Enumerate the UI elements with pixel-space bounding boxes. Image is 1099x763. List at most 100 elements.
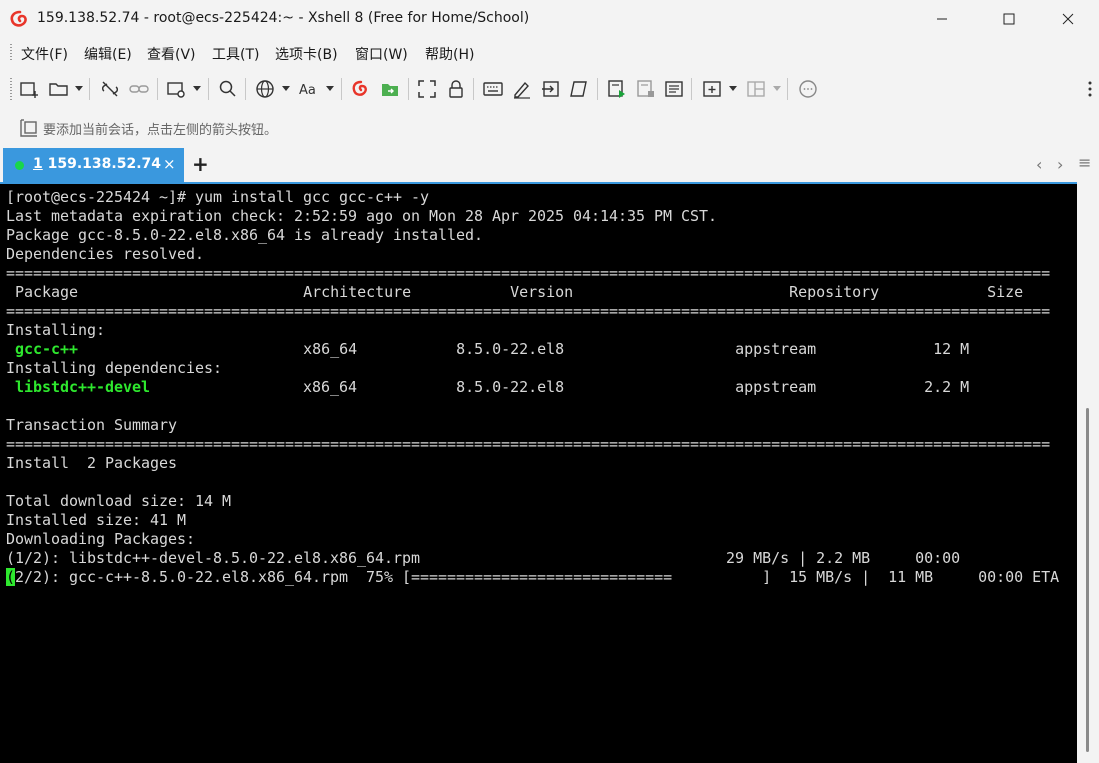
layout-icon[interactable] bbox=[745, 78, 767, 100]
terminal-output: [root@ecs-225424 ~]# yum install gcc gcc… bbox=[6, 188, 1059, 587]
svg-text:Aa: Aa bbox=[299, 83, 316, 98]
col-header-repo: Repository bbox=[789, 283, 880, 301]
chevron-down-icon[interactable] bbox=[282, 86, 290, 91]
terminal-line: Downloading Packages: bbox=[6, 530, 196, 548]
run-log-icon[interactable] bbox=[606, 78, 628, 100]
connected-status-icon bbox=[15, 161, 24, 170]
title-bar: 159.138.52.74 - root@ecs-225424:~ - Xshe… bbox=[0, 0, 1099, 38]
link-icon[interactable] bbox=[128, 78, 150, 100]
menu-file[interactable]: 文件(F) bbox=[21, 44, 68, 64]
terminal-pane[interactable]: [root@ecs-225424 ~]# yum install gcc gcc… bbox=[0, 182, 1077, 763]
compose-icon[interactable] bbox=[511, 78, 533, 100]
new-session-icon[interactable] bbox=[18, 78, 40, 100]
terminal-scrollbar[interactable] bbox=[1077, 182, 1099, 761]
chat-icon[interactable] bbox=[797, 78, 819, 100]
package-repo: appstream bbox=[735, 340, 817, 358]
stop-log-icon[interactable] bbox=[635, 78, 657, 100]
window-title: 159.138.52.74 - root@ecs-225424:~ - Xshe… bbox=[37, 10, 530, 26]
section-label: Installing dependencies: bbox=[6, 359, 223, 377]
scrollbar-thumb[interactable] bbox=[1086, 408, 1089, 752]
tab-close-icon[interactable]: × bbox=[163, 155, 176, 173]
open-folder-icon[interactable] bbox=[48, 78, 70, 100]
tab-host: 159.138.52.74 bbox=[47, 156, 161, 172]
chevron-down-icon[interactable] bbox=[326, 86, 334, 91]
menu-bar: 文件(F) 编辑(E) 查看(V) 工具(T) 选项卡(B) 窗口(W) 帮助(… bbox=[0, 38, 1099, 68]
address-hint: 要添加当前会话，点击左侧的箭头按钮。 bbox=[43, 123, 278, 138]
chevron-down-icon[interactable] bbox=[193, 86, 201, 91]
lock-icon[interactable] bbox=[445, 78, 467, 100]
toolbar-divider bbox=[691, 78, 692, 100]
add-tab-button[interactable]: + bbox=[192, 152, 209, 176]
more-options-icon[interactable] bbox=[1079, 78, 1099, 100]
toolbar-divider bbox=[157, 78, 158, 100]
toolbar: Aa bbox=[0, 70, 1099, 108]
fullscreen-icon[interactable] bbox=[416, 78, 438, 100]
package-version: 8.5.0-22.el8 bbox=[456, 340, 565, 358]
transfer-icon[interactable] bbox=[540, 78, 562, 100]
close-window-button[interactable] bbox=[1045, 0, 1091, 38]
separator-line: ========================================… bbox=[6, 435, 1051, 453]
tab-label: 1 159.138.52.74 bbox=[33, 156, 161, 172]
terminal-line: Installed size: 41 M bbox=[6, 511, 187, 529]
package-arch: x86_64 bbox=[303, 340, 358, 358]
col-header-arch: Architecture bbox=[303, 283, 412, 301]
separator-line: ========================================… bbox=[6, 302, 1051, 320]
tab-scroll-right-icon[interactable]: › bbox=[1057, 155, 1063, 174]
xshell-icon[interactable] bbox=[350, 78, 372, 100]
notes-icon[interactable] bbox=[663, 78, 685, 100]
keyboard-icon[interactable] bbox=[482, 78, 504, 100]
package-name: libstdc++-devel bbox=[15, 378, 151, 396]
separator-line: ========================================… bbox=[6, 264, 1051, 282]
tab-scroll-left-icon[interactable]: ‹ bbox=[1036, 155, 1042, 174]
tab-bar: 1 159.138.52.74 × + ‹ › ≡ bbox=[0, 147, 1099, 182]
terminal-line: Total download size: 14 M bbox=[6, 492, 232, 510]
tab-number: 1 bbox=[33, 156, 43, 172]
search-icon[interactable] bbox=[217, 78, 239, 100]
download-line: (1/2): libstdc++-devel-8.5.0-22.el8.x86_… bbox=[6, 549, 961, 567]
toolbar-divider bbox=[208, 78, 209, 100]
font-icon[interactable]: Aa bbox=[298, 78, 320, 100]
script-icon[interactable] bbox=[568, 78, 590, 100]
tab-list-icon[interactable]: ≡ bbox=[1078, 153, 1091, 172]
chevron-down-icon[interactable] bbox=[773, 86, 781, 91]
package-repo: appstream bbox=[735, 378, 817, 396]
xshell-logo-icon bbox=[10, 10, 30, 28]
package-size: 12 M bbox=[933, 340, 970, 358]
col-header-package: Package bbox=[15, 283, 79, 301]
globe-icon[interactable] bbox=[254, 78, 276, 100]
maximize-button[interactable] bbox=[986, 0, 1032, 38]
package-arch: x86_64 bbox=[303, 378, 358, 396]
menu-window[interactable]: 窗口(W) bbox=[355, 44, 408, 64]
package-version: 8.5.0-22.el8 bbox=[456, 378, 565, 396]
menu-grip[interactable] bbox=[10, 44, 12, 62]
section-label: Transaction Summary bbox=[6, 416, 178, 434]
terminal-line: Last metadata expiration check: 2:52:59 … bbox=[6, 207, 718, 225]
new-tab-icon[interactable] bbox=[701, 78, 723, 100]
terminal-line: Package gcc-8.5.0-22.el8.x86_64 is alrea… bbox=[6, 226, 484, 244]
toolbar-grip[interactable] bbox=[10, 78, 12, 100]
add-session-arrow-icon[interactable] bbox=[18, 117, 40, 139]
chevron-down-icon[interactable] bbox=[75, 86, 83, 91]
minimize-button[interactable] bbox=[919, 0, 965, 38]
menu-edit[interactable]: 编辑(E) bbox=[84, 44, 132, 64]
disconnect-link-icon[interactable] bbox=[99, 78, 121, 100]
menu-tabs[interactable]: 选项卡(B) bbox=[275, 44, 338, 64]
toolbar-divider bbox=[787, 78, 788, 100]
tab-session[interactable]: 1 159.138.52.74 × bbox=[3, 148, 184, 182]
xftp-icon[interactable] bbox=[379, 78, 401, 100]
terminal-line: [root@ecs-225424 ~]# yum install gcc gcc… bbox=[6, 188, 430, 206]
package-size: 2.2 M bbox=[924, 378, 970, 396]
toolbar-divider bbox=[597, 78, 598, 100]
toolbar-divider bbox=[473, 78, 474, 100]
menu-tools[interactable]: 工具(T) bbox=[212, 44, 259, 64]
download-progress-line: 2/2): gcc-c++-8.5.0-22.el8.x86_64.rpm 75… bbox=[15, 568, 1060, 586]
terminal-cursor: ( bbox=[6, 568, 16, 586]
menu-help[interactable]: 帮助(H) bbox=[425, 44, 474, 64]
toolbar-divider bbox=[89, 78, 90, 100]
properties-icon[interactable] bbox=[165, 78, 187, 100]
chevron-down-icon[interactable] bbox=[729, 86, 737, 91]
address-bar: 要添加当前会话，点击左侧的箭头按钮。 bbox=[0, 110, 1099, 146]
toolbar-divider bbox=[341, 78, 342, 100]
menu-view[interactable]: 查看(V) bbox=[147, 44, 196, 64]
terminal-line: Install 2 Packages bbox=[6, 454, 178, 472]
